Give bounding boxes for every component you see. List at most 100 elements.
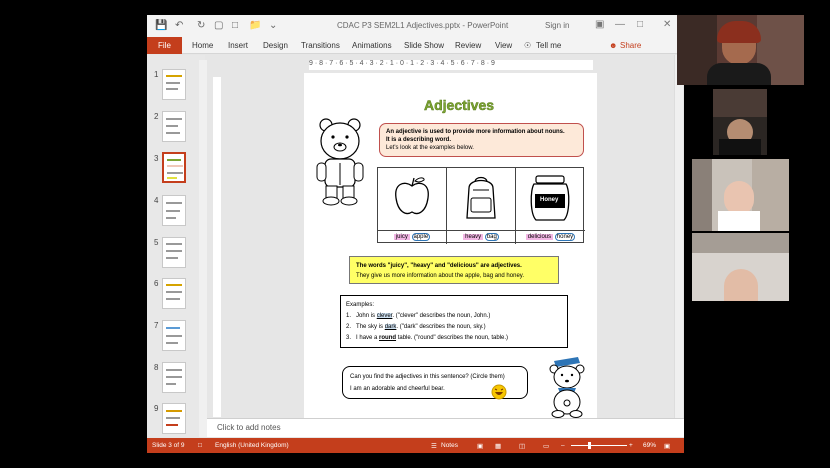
undo-icon[interactable]: ↶: [175, 20, 183, 32]
thumb-number: 3: [154, 154, 159, 163]
new-file-icon[interactable]: □: [232, 20, 238, 32]
thumb-number: 6: [154, 279, 159, 288]
tab-home[interactable]: Home: [192, 41, 213, 50]
thumb-number: 1: [154, 70, 159, 79]
tab-animations[interactable]: Animations: [352, 41, 392, 50]
tab-slide-show[interactable]: Slide Show: [404, 41, 444, 50]
notes-toggle[interactable]: Notes: [441, 442, 458, 449]
sailor-bear-illustration: [549, 357, 585, 418]
definition-bubble: An adjective is used to provide more inf…: [379, 123, 584, 157]
slide-canvas[interactable]: Adjectives An adjective is used to provi…: [304, 73, 597, 419]
bear-illustration: [316, 118, 364, 206]
video-tile-presenter[interactable]: [677, 15, 804, 85]
horizontal-ruler: 9 · 8 · 7 · 6 · 5 · 4 · 3 · 2 · 1 · 0 · …: [309, 60, 593, 70]
minimize-icon[interactable]: —: [615, 19, 625, 30]
question-line-1: Can you find the adjectives in this sent…: [350, 374, 505, 380]
slide-scrollbar[interactable]: [674, 55, 683, 418]
window-title: CDAC P3 SEM2L1 Adjectives.pptx - PowerPo…: [337, 21, 509, 30]
examples-picture-table: Honey juicy apple heavy bag delicious ho…: [377, 167, 585, 244]
slide-thumbnail-4[interactable]: [162, 195, 186, 226]
zoom-in-icon[interactable]: +: [629, 442, 633, 449]
slide-thumbnail-1[interactable]: [162, 69, 186, 100]
slide-thumbnail-2[interactable]: [162, 111, 186, 142]
ribbon-tabs: File Home Insert Design Transitions Anim…: [147, 37, 684, 54]
tab-design[interactable]: Design: [263, 41, 288, 50]
apple-cell: [378, 168, 447, 230]
open-file-icon[interactable]: 📁: [249, 20, 261, 32]
slide-show-icon[interactable]: ▭: [543, 442, 549, 450]
slide-thumbnail-6[interactable]: [162, 278, 186, 309]
honey-label: delicious honey: [516, 230, 585, 244]
sign-in-link[interactable]: Sign in: [545, 21, 569, 30]
redo-icon[interactable]: ↻: [197, 20, 205, 32]
tell-me-box[interactable]: Tell me: [536, 41, 561, 50]
tab-view[interactable]: View: [495, 41, 512, 50]
save-icon[interactable]: 💾: [155, 20, 167, 32]
slide-thumbnails-pane: 1 2 3 4 5 6 7 8 9: [147, 55, 205, 437]
from-beginning-icon[interactable]: ▢: [214, 20, 223, 32]
slide-thumbnail-9[interactable]: [162, 403, 186, 434]
definition-line-3: Let's look at the examples below.: [386, 145, 474, 151]
adjective-explanation-box: The words "juicy", "heavy" and "deliciou…: [349, 256, 559, 284]
definition-line-2: It is a describing word.: [386, 137, 452, 143]
lightbulb-icon: ☉: [524, 41, 532, 50]
language-indicator[interactable]: English (United Kingdom): [215, 442, 289, 449]
title-bar: 💾 ↶ ↻ ▢ □ 📁 ⌄ CDAC P3 SEM2L1 Adjectives.…: [147, 15, 684, 37]
slide-thumbnail-8[interactable]: [162, 362, 186, 393]
thumbnails-scrollbar[interactable]: [199, 60, 207, 437]
honey-cell: Honey: [516, 168, 585, 230]
notes-placeholder[interactable]: Click to add notes: [217, 423, 281, 432]
examples-heading: Examples:: [346, 302, 375, 308]
thumb-number: 9: [154, 404, 159, 413]
slide-thumbnail-5[interactable]: [162, 237, 186, 268]
thumb-number: 2: [154, 112, 159, 121]
zoom-level[interactable]: 69%: [643, 442, 656, 449]
reading-view-icon[interactable]: ◫: [519, 442, 525, 450]
tab-insert[interactable]: Insert: [228, 41, 248, 50]
video-tile-participant-3[interactable]: [692, 159, 789, 231]
definition-line-1: An adjective is used to provide more inf…: [386, 129, 565, 135]
slide-counter: Slide 3 of 9: [152, 442, 185, 449]
fit-slide-icon[interactable]: ▣: [664, 442, 670, 450]
status-bar: Slide 3 of 9 □ English (United Kingdom) …: [147, 438, 684, 453]
slide-sorter-icon[interactable]: ▦: [495, 442, 501, 450]
tab-review[interactable]: Review: [455, 41, 481, 50]
customize-qa-icon[interactable]: ⌄: [269, 20, 277, 32]
vertical-ruler: [213, 77, 221, 417]
explanation-line-2: They give us more information about the …: [356, 273, 524, 279]
video-tile-participant-2[interactable]: [713, 89, 767, 155]
tab-transitions[interactable]: Transitions: [301, 41, 340, 50]
honey-jar-label: Honey: [540, 197, 559, 203]
slide-thumbnail-3[interactable]: [162, 152, 186, 183]
powerpoint-window: 💾 ↶ ↻ ▢ □ 📁 ⌄ CDAC P3 SEM2L1 Adjectives.…: [147, 15, 684, 453]
zoom-slider-thumb[interactable]: [588, 442, 591, 449]
thumb-number: 8: [154, 363, 159, 372]
share-button[interactable]: Share: [620, 41, 641, 50]
ribbon-display-icon[interactable]: ▣: [595, 19, 604, 30]
thumb-number: 7: [154, 321, 159, 330]
example-2: 2. The sky is dark. ("dark" describes th…: [346, 324, 486, 330]
apple-icon: [395, 177, 429, 215]
thumb-number: 5: [154, 238, 159, 247]
laughing-emoji-icon: [491, 384, 507, 400]
bag-cell: [447, 168, 516, 230]
maximize-icon[interactable]: □: [637, 19, 643, 30]
spellcheck-icon[interactable]: □: [198, 442, 202, 449]
zoom-out-icon[interactable]: –: [561, 442, 565, 449]
zoom-slider[interactable]: [571, 445, 627, 446]
backpack-icon: [466, 176, 496, 219]
example-1: 1. John is clever. ("clever" describes t…: [346, 313, 491, 319]
notes-icon: ☰: [431, 443, 437, 450]
examples-box: Examples: 1. John is clever. ("clever" d…: [340, 295, 568, 348]
example-3: 3. I have a round table. ("round" descri…: [346, 335, 509, 341]
tab-file[interactable]: File: [147, 37, 182, 54]
normal-view-icon[interactable]: ▣: [477, 442, 483, 450]
slide-thumbnail-7[interactable]: [162, 320, 186, 351]
explanation-line-1: The words "juicy", "heavy" and "deliciou…: [356, 263, 522, 269]
thumb-number: 4: [154, 196, 159, 205]
close-icon[interactable]: ✕: [663, 19, 671, 30]
video-tile-participant-4[interactable]: [692, 233, 789, 301]
person-icon: ☻: [609, 41, 618, 50]
notes-pane[interactable]: Click to add notes: [207, 418, 684, 437]
apple-label: juicy apple: [378, 230, 447, 244]
